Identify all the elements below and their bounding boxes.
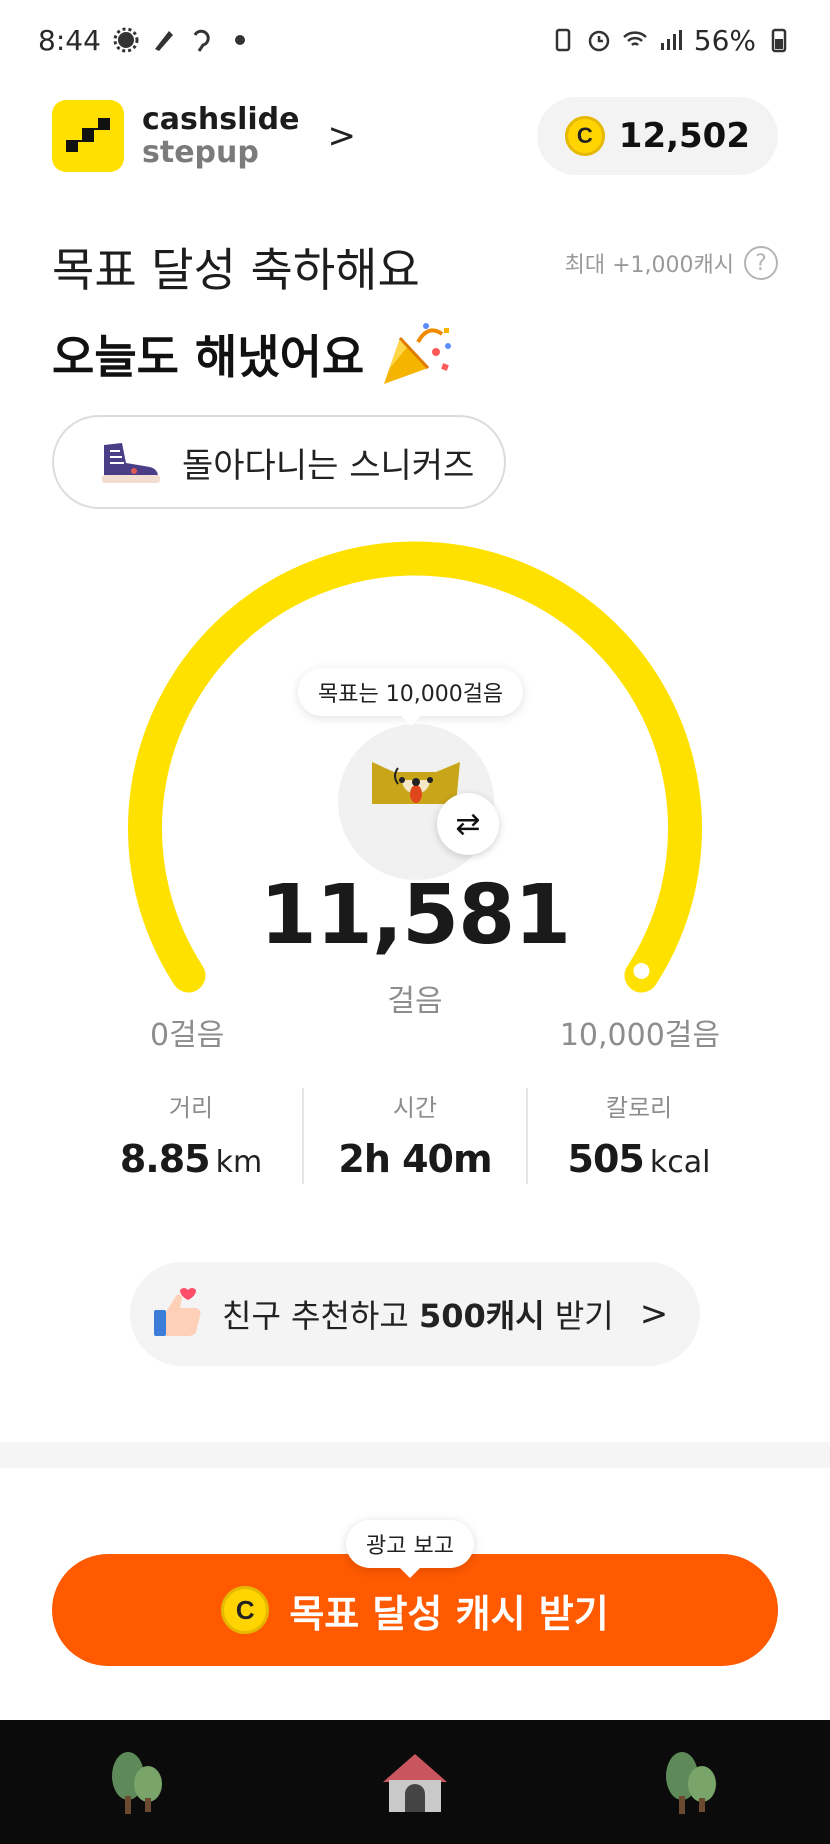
nav-tree-left[interactable] (93, 1737, 183, 1827)
refer-text-after: 받기 (544, 1297, 614, 1335)
coin-icon: C (221, 1586, 270, 1634)
recycle-battery-icon (555, 28, 571, 52)
house-icon (382, 1754, 447, 1812)
brand-link[interactable]: cashslide stepup > (52, 100, 356, 172)
logo-steps-icon (66, 118, 110, 152)
thread-icon (193, 29, 210, 52)
max-cash-label: 최대 +1,000캐시 (564, 253, 734, 278)
stat-value: 505 kcal (568, 1137, 711, 1181)
sneaker-icon (102, 443, 160, 483)
app-header: cashslide stepup > C 12,502 (52, 96, 778, 176)
bottom-nav (0, 1720, 830, 1844)
shoe-name: 돌아다니는 스니커즈 (182, 445, 475, 486)
claim-cash-label: 목표 달성 캐시 받기 (289, 1591, 609, 1636)
stat-time: 시간 2h 40m (302, 1088, 526, 1184)
party-popper-icon (384, 323, 452, 384)
step-count: 11,581 (259, 868, 571, 963)
refer-text-bold: 500캐시 (418, 1297, 545, 1335)
section-divider (0, 1442, 830, 1468)
stat-distance: 거리 8.85 km (80, 1088, 302, 1184)
pen-icon (154, 31, 173, 51)
stat-label: 거리 (168, 1094, 214, 1122)
battery-percent: 56% (693, 23, 756, 57)
brand-line2: stepup (142, 135, 259, 170)
stat-calories: 칼로리 505 kcal (526, 1088, 750, 1184)
calories-value: 505 (567, 1137, 645, 1181)
dot-icon (234, 35, 245, 45)
help-icon: ? (744, 246, 778, 280)
page-title: 목표 달성 축하해요 (52, 243, 420, 297)
distance-value: 8.85 (119, 1137, 211, 1181)
alarm-icon (588, 30, 610, 52)
coin-balance-pill[interactable]: C 12,502 (536, 97, 778, 175)
tree-left-icon (112, 1752, 163, 1814)
gauge-min-label: 0걸음 (150, 1018, 225, 1053)
gauge-max-label: 10,000걸음 (559, 1018, 720, 1053)
goal-tooltip: 목표는 10,000걸음 (298, 668, 524, 726)
brand-text: cashslide stepup (142, 103, 300, 169)
refer-friend-button[interactable]: 친구 추천하고 500캐시 받기 > (130, 1262, 700, 1366)
calories-unit: kcal (649, 1145, 711, 1180)
ad-tooltip: 광고 보고 (346, 1520, 474, 1578)
swap-icon[interactable]: ⇄ (437, 793, 499, 855)
distance-unit: km (215, 1145, 263, 1180)
stat-value: 8.85 km (120, 1137, 262, 1181)
status-time: 8:44 (38, 23, 101, 57)
refer-text-before: 친구 추천하고 (222, 1297, 419, 1335)
coin-balance: 12,502 (618, 116, 750, 156)
settings-gear-icon (113, 27, 139, 53)
activity-stats: 거리 8.85 km 시간 2h 40m 칼로리 505 kcal (80, 1088, 750, 1184)
cashslide-logo (52, 100, 124, 172)
tree-right-icon (665, 1752, 716, 1814)
refer-text: 친구 추천하고 500캐시 받기 (222, 1291, 614, 1337)
stat-value: 2h 40m (338, 1137, 492, 1181)
chevron-right-icon: > (639, 1294, 669, 1334)
nav-tree-right[interactable] (647, 1737, 737, 1827)
subtitle-text: 오늘도 해냈어요 (52, 330, 365, 384)
max-cash-info[interactable]: 최대 +1,000캐시 ? (565, 246, 778, 280)
time-value: 2h 40m (338, 1137, 492, 1181)
stat-label: 시간 (392, 1094, 438, 1122)
stat-label: 칼로리 (605, 1094, 673, 1122)
shoe-selector[interactable]: 돌아다니는 스니커즈 (52, 415, 506, 509)
battery-icon (771, 28, 787, 53)
thumbs-up-icon (154, 1288, 201, 1336)
wifi-icon (622, 31, 647, 46)
nav-home[interactable] (370, 1737, 460, 1827)
page-subtitle: 오늘도 해냈어요 (52, 318, 458, 390)
status-bar: 8:44 56% (0, 0, 830, 80)
signal-icon (660, 30, 682, 50)
coin-icon: C (564, 116, 605, 156)
brand-line1: cashslide (142, 102, 300, 137)
chevron-right-icon: > (327, 116, 357, 156)
status-left: 8:44 (38, 24, 253, 57)
status-right: 56% (550, 24, 792, 57)
